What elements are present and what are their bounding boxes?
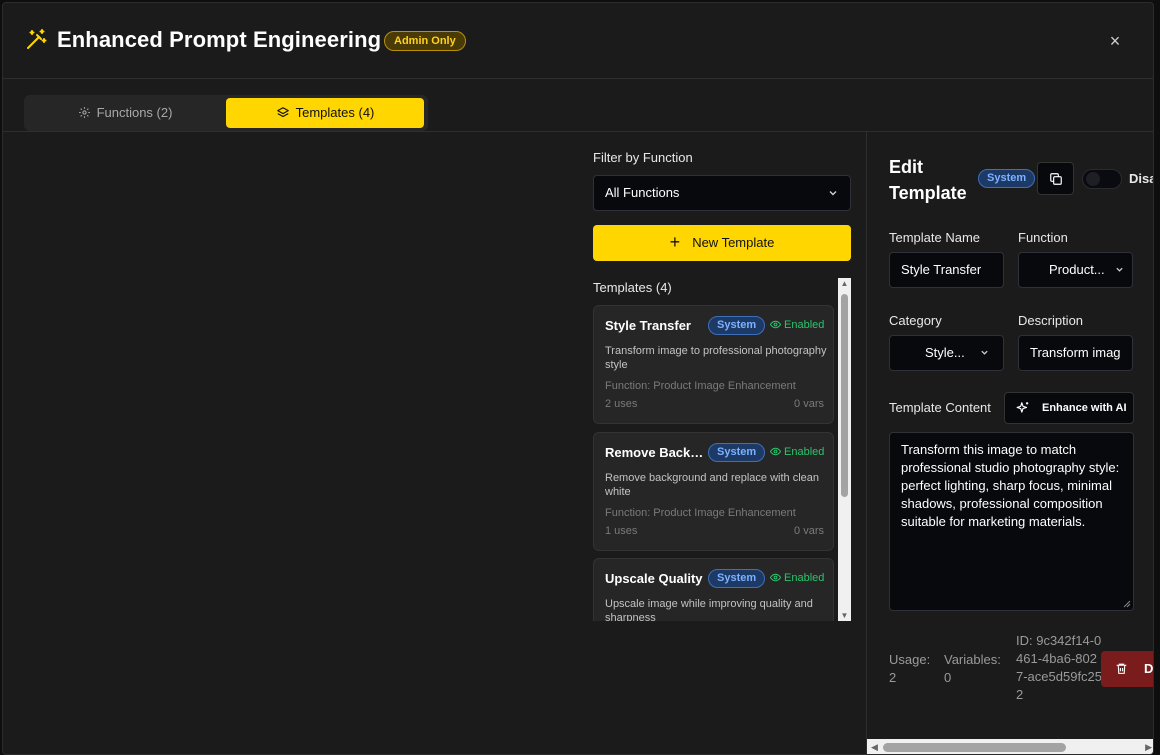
- chevron-down-icon: [981, 350, 988, 355]
- template-content-textarea[interactable]: Transform this image to match profession…: [889, 432, 1134, 611]
- modal-title: Enhanced Prompt Engineering: [57, 27, 382, 52]
- system-badge: System: [708, 443, 766, 462]
- variables-value: 0: [944, 670, 952, 685]
- filter-label: Filter by Function: [593, 150, 693, 165]
- close-icon[interactable]: ×: [1105, 31, 1125, 51]
- usage-label: Usage:: [889, 652, 931, 667]
- enhance-label: Enhance with AI: [1042, 402, 1127, 414]
- duplicate-button[interactable]: [1037, 162, 1074, 195]
- edit-template-panel: Edit Template System Disabled Template N…: [866, 132, 1154, 754]
- chevron-down-icon: [829, 191, 837, 196]
- template-id: ID: 9c342f14-0461-4ba6-8027-ace5d59fc252: [1016, 633, 1103, 702]
- variables-label: Variables:: [944, 652, 1001, 667]
- tab-bar: Functions (2) Templates (4): [24, 95, 428, 131]
- function-label: Function: [1018, 230, 1068, 245]
- magic-wand-icon: [27, 29, 47, 49]
- template-card[interactable]: Remove Background System Enabled Remove …: [593, 432, 834, 551]
- template-name: Upscale Quality: [605, 571, 703, 586]
- template-name: Remove Background: [605, 445, 705, 460]
- prompt-engineering-modal: Enhanced Prompt Engineering Admin Only ×…: [2, 2, 1154, 755]
- usage-value: 2: [889, 670, 897, 685]
- admin-only-badge: Admin Only: [384, 31, 466, 51]
- description-input[interactable]: Transform imag: [1018, 335, 1133, 371]
- enabled-status: Enabled: [769, 572, 824, 584]
- toggle-label: Disabled: [1129, 171, 1154, 186]
- new-template-button[interactable]: + New Template: [593, 225, 851, 261]
- template-card[interactable]: Style Transfer System Enabled Transform …: [593, 305, 834, 424]
- function-filter-value: All Functions: [605, 185, 680, 200]
- trash-icon: [1116, 663, 1127, 674]
- enabled-status: Enabled: [769, 446, 824, 458]
- toggle-knob: [1086, 172, 1100, 186]
- template-function: Function: Product Image Enhancement: [605, 380, 796, 392]
- scrollbar-thumb[interactable]: [883, 743, 1066, 752]
- tab-templates-label: Templates (4): [295, 105, 375, 120]
- eye-icon: [769, 447, 782, 455]
- edit-panel-scrollbar[interactable]: ◀ ▶: [867, 739, 1153, 754]
- delete-button[interactable]: Delete: [1101, 651, 1154, 687]
- scroll-down-icon[interactable]: ▼: [840, 611, 849, 620]
- template-function: Function: Product Image Enhancement: [605, 507, 796, 519]
- new-template-label: New Template: [692, 235, 775, 250]
- function-select[interactable]: Product...: [1018, 252, 1133, 288]
- tab-functions-label: Functions (2): [96, 105, 173, 120]
- template-name-input[interactable]: Style Transfer: [889, 252, 1004, 288]
- template-list: Style Transfer System Enabled Transform …: [593, 305, 836, 621]
- description-label: Description: [1018, 313, 1084, 328]
- system-badge: System: [978, 169, 1036, 188]
- scroll-left-icon[interactable]: ◀: [871, 742, 878, 753]
- chevron-down-icon: [1116, 267, 1123, 272]
- template-uses: 2 uses: [605, 398, 638, 410]
- delete-label: Delete: [1144, 661, 1154, 676]
- scroll-right-icon[interactable]: ▶: [1145, 742, 1152, 753]
- template-description: Upscale image while improving quality an…: [605, 598, 813, 621]
- category-label: Category: [889, 313, 942, 328]
- gear-icon: [78, 107, 90, 118]
- template-description: Remove background and replace with clean…: [605, 472, 820, 498]
- enabled-toggle[interactable]: [1082, 169, 1122, 189]
- template-list-scrollbar[interactable]: ▲ ▼: [838, 278, 851, 621]
- usage-stat: Usage: 2: [889, 651, 930, 687]
- template-content-label: Template Content: [889, 400, 991, 415]
- enhance-with-ai-button[interactable]: Enhance with AI: [1004, 392, 1134, 424]
- scrollbar-thumb[interactable]: [841, 294, 848, 497]
- function-select-value: Product...: [1049, 262, 1105, 277]
- template-name-label: Template Name: [889, 230, 981, 245]
- plus-icon: +: [669, 231, 681, 252]
- template-content-text: Transform this image to match profession…: [901, 442, 1120, 529]
- enabled-status: Enabled: [769, 319, 824, 331]
- eye-icon: [769, 573, 782, 581]
- template-description: Transform image to professional photogra…: [605, 345, 827, 371]
- tab-templates[interactable]: Templates (4): [226, 98, 424, 128]
- system-badge: System: [708, 569, 766, 588]
- modal-header: Enhanced Prompt Engineering Admin Only ×: [3, 3, 1153, 79]
- template-vars: 0 vars: [794, 525, 824, 537]
- category-select-value: Style...: [925, 345, 965, 360]
- variables-stat: Variables: 0: [944, 651, 1001, 687]
- category-select[interactable]: Style...: [889, 335, 1004, 371]
- edit-template-title: Edit Template: [889, 157, 967, 203]
- sparkles-icon: [1016, 402, 1029, 413]
- tab-functions[interactable]: Functions (2): [27, 98, 223, 128]
- eye-icon: [769, 320, 782, 328]
- template-uses: 1 uses: [605, 525, 638, 537]
- system-badge: System: [708, 316, 766, 335]
- layers-icon: [276, 106, 289, 117]
- scroll-up-icon[interactable]: ▲: [840, 279, 849, 288]
- copy-icon: [1050, 173, 1062, 185]
- templates-heading: Templates (4): [593, 280, 672, 295]
- template-vars: 0 vars: [794, 398, 824, 410]
- resize-handle-icon[interactable]: [1123, 600, 1131, 608]
- template-name: Style Transfer: [605, 318, 691, 333]
- function-filter-select[interactable]: All Functions: [593, 175, 851, 211]
- template-card[interactable]: Upscale Quality System Enabled Upscale i…: [593, 558, 834, 621]
